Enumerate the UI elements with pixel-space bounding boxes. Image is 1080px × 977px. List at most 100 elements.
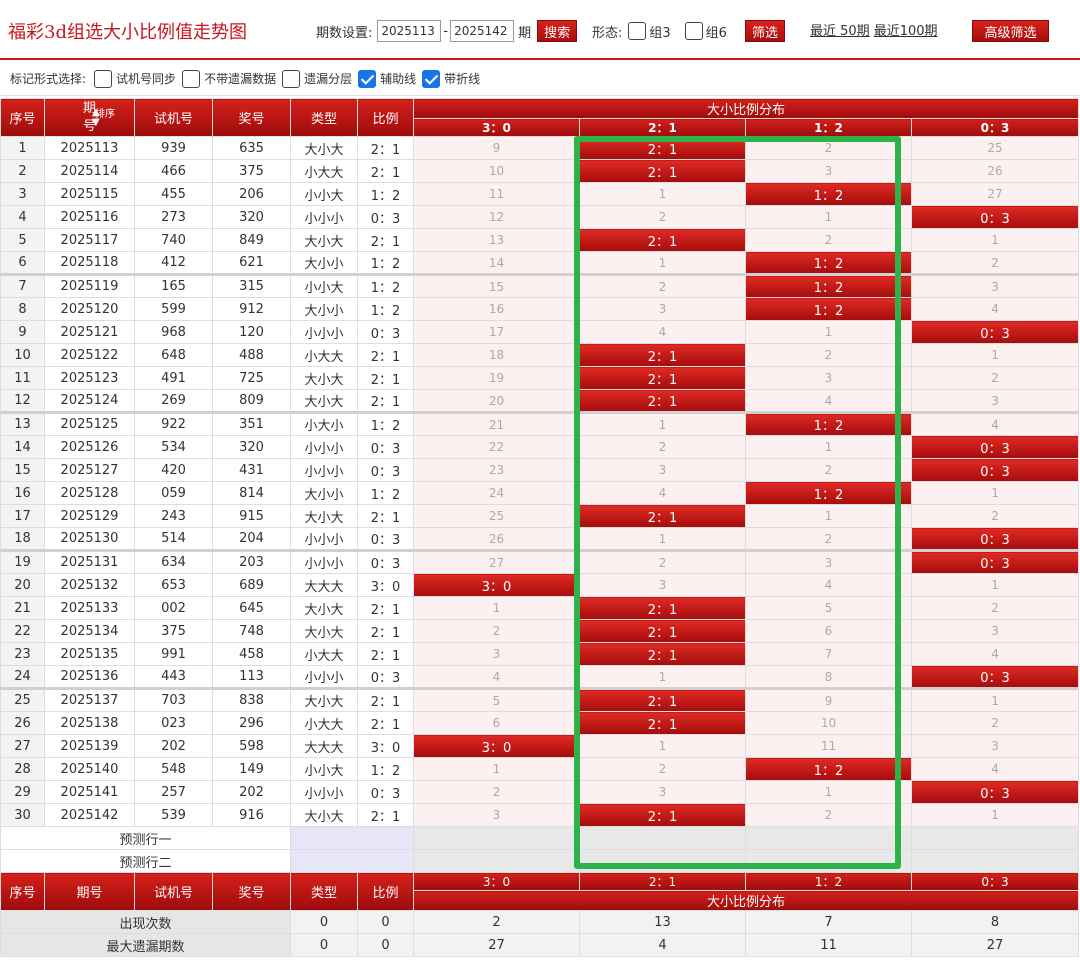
dist-miss-cell: 1 (579, 251, 746, 275)
row-prize-number: 916 (212, 803, 291, 827)
dist-miss-cell: 6 (745, 619, 912, 643)
row-period: 2025123 (44, 366, 135, 390)
row-test-number: 202 (134, 734, 213, 758)
dist-miss-cell: 8 (745, 665, 912, 689)
table-row: 16 2025128 059 814 大小小 1：2 24 4 1：2 1 (0, 481, 1080, 505)
row-prize-number: 915 (212, 504, 291, 528)
mark-option-test-sync[interactable]: 试机号同步 (94, 69, 176, 88)
recent-100-link[interactable]: 最近100期 (874, 20, 938, 39)
row-type: 小大大 (290, 343, 358, 367)
dist-miss-cell: 1 (579, 182, 746, 206)
dist-hit-cell: 0：3 (910, 458, 1080, 482)
dist-hit-cell: 2：1 (579, 228, 746, 252)
dist-miss-cell: 14 (413, 251, 580, 275)
predict-row-1: 预测行一 (0, 826, 1080, 850)
row-ratio: 2：1 (357, 389, 414, 413)
row-index: 28 (0, 757, 45, 781)
stats-type: 0 (290, 910, 358, 934)
predict-cell[interactable] (579, 849, 746, 873)
dist-miss-cell: 2 (745, 228, 912, 252)
dist-hit-cell: 1：2 (745, 273, 912, 298)
predict-cell[interactable] (413, 826, 580, 850)
table-row: 21 2025133 002 645 大小大 2：1 1 2：1 5 2 (0, 596, 1080, 620)
period-from-input[interactable] (377, 20, 442, 42)
mark-option-layered[interactable]: 遗漏分层 (282, 69, 353, 88)
checked-checkbox-icon[interactable] (358, 69, 377, 88)
row-test-number: 548 (134, 757, 213, 781)
checkbox-icon[interactable] (282, 69, 301, 88)
table-row: 23 2025135 991 458 小大大 2：1 3 2：1 7 4 (0, 642, 1080, 666)
period-to-input[interactable] (450, 20, 515, 42)
row-test-number: 257 (134, 780, 213, 804)
row-type: 小小小 (290, 205, 358, 229)
row-prize-number: 838 (212, 687, 291, 712)
dist-miss-cell: 6 (413, 711, 580, 735)
row-index: 7 (0, 273, 45, 298)
predict-cell[interactable] (745, 826, 912, 850)
row-prize-number: 351 (212, 411, 291, 436)
filter-button[interactable]: 筛选 (744, 20, 785, 42)
period-controls: 期数设置: - 期 搜索 (316, 20, 578, 42)
row-period: 2025128 (44, 481, 135, 505)
footer-dist-col-0-3: 0：3 (910, 872, 1080, 891)
dist-miss-cell: 3 (579, 297, 746, 321)
period-unit: 期 (518, 25, 532, 41)
stats-label: 出现次数 (0, 910, 291, 934)
row-test-number: 059 (134, 481, 213, 505)
predict-cell[interactable] (745, 849, 912, 873)
row-index: 25 (0, 687, 45, 712)
row-test-number: 939 (134, 136, 213, 160)
group6-checkbox[interactable] (684, 22, 703, 40)
checkbox-icon[interactable] (94, 69, 113, 88)
predict-cell[interactable] (413, 849, 580, 873)
dist-miss-cell: 2 (910, 251, 1080, 275)
row-type: 大小大 (290, 803, 358, 827)
predict-cell[interactable] (579, 826, 746, 850)
row-ratio: 0：3 (357, 665, 414, 689)
row-type: 大小大 (290, 228, 358, 252)
row-type: 小小小 (290, 320, 358, 344)
dist-miss-cell: 19 (413, 366, 580, 390)
dist-hit-cell: 2：1 (579, 343, 746, 367)
dist-miss-cell: 9 (413, 136, 580, 160)
checked-checkbox-icon[interactable] (422, 69, 441, 88)
advanced-filter-button[interactable]: 高级筛选 (972, 20, 1049, 42)
table-row: 8 2025120 599 912 大小小 1：2 16 3 1：2 4 (0, 297, 1080, 321)
mark-option-polyline[interactable]: 带折线 (422, 69, 480, 88)
mark-option-guide-line[interactable]: 辅助线 (358, 69, 416, 88)
search-button[interactable]: 搜索 (537, 20, 578, 42)
mark-option-no-miss[interactable]: 不带遗漏数据 (182, 69, 276, 88)
row-type: 大小大 (290, 136, 358, 160)
checkbox-icon[interactable] (182, 69, 201, 88)
dist-miss-cell: 17 (413, 320, 580, 344)
group3-checkbox[interactable] (628, 22, 647, 40)
row-index: 29 (0, 780, 45, 804)
option-label: 遗漏分层 (304, 72, 353, 86)
footer-dist-col-1-2: 1：2 (745, 872, 912, 891)
predict-input-2[interactable] (290, 849, 414, 873)
sort-arrows-icon[interactable]: ▲ ▼ (92, 108, 100, 128)
dist-col-0-3: 0：3 (910, 118, 1080, 137)
dist-hit-cell: 2：1 (579, 642, 746, 666)
dist-miss-cell: 1 (745, 320, 912, 344)
predict-cell[interactable] (910, 849, 1080, 873)
row-prize-number: 113 (212, 665, 291, 689)
row-period: 2025120 (44, 297, 135, 321)
header-distribution: 大小比例分布 (412, 98, 1080, 119)
predict-cell[interactable] (910, 826, 1080, 850)
row-index: 1 (0, 136, 45, 160)
row-prize-number: 725 (212, 366, 291, 390)
row-period: 2025136 (44, 665, 135, 689)
row-type: 小小小 (290, 780, 358, 804)
dist-miss-cell: 2 (579, 205, 746, 229)
row-period: 2025121 (44, 320, 135, 344)
recent-50-link[interactable]: 最近 50期 (810, 20, 870, 39)
predict-input-1[interactable] (290, 826, 414, 850)
dist-hit-cell: 0：3 (910, 549, 1080, 574)
dist-miss-cell: 1 (413, 596, 580, 620)
header-period[interactable]: 期号 排序 (44, 98, 135, 137)
table-row: 14 2025126 534 320 小小小 0：3 22 2 1 0：3 (0, 435, 1080, 459)
dist-miss-cell: 4 (910, 757, 1080, 781)
row-ratio: 3：0 (357, 734, 414, 758)
row-test-number: 991 (134, 642, 213, 666)
